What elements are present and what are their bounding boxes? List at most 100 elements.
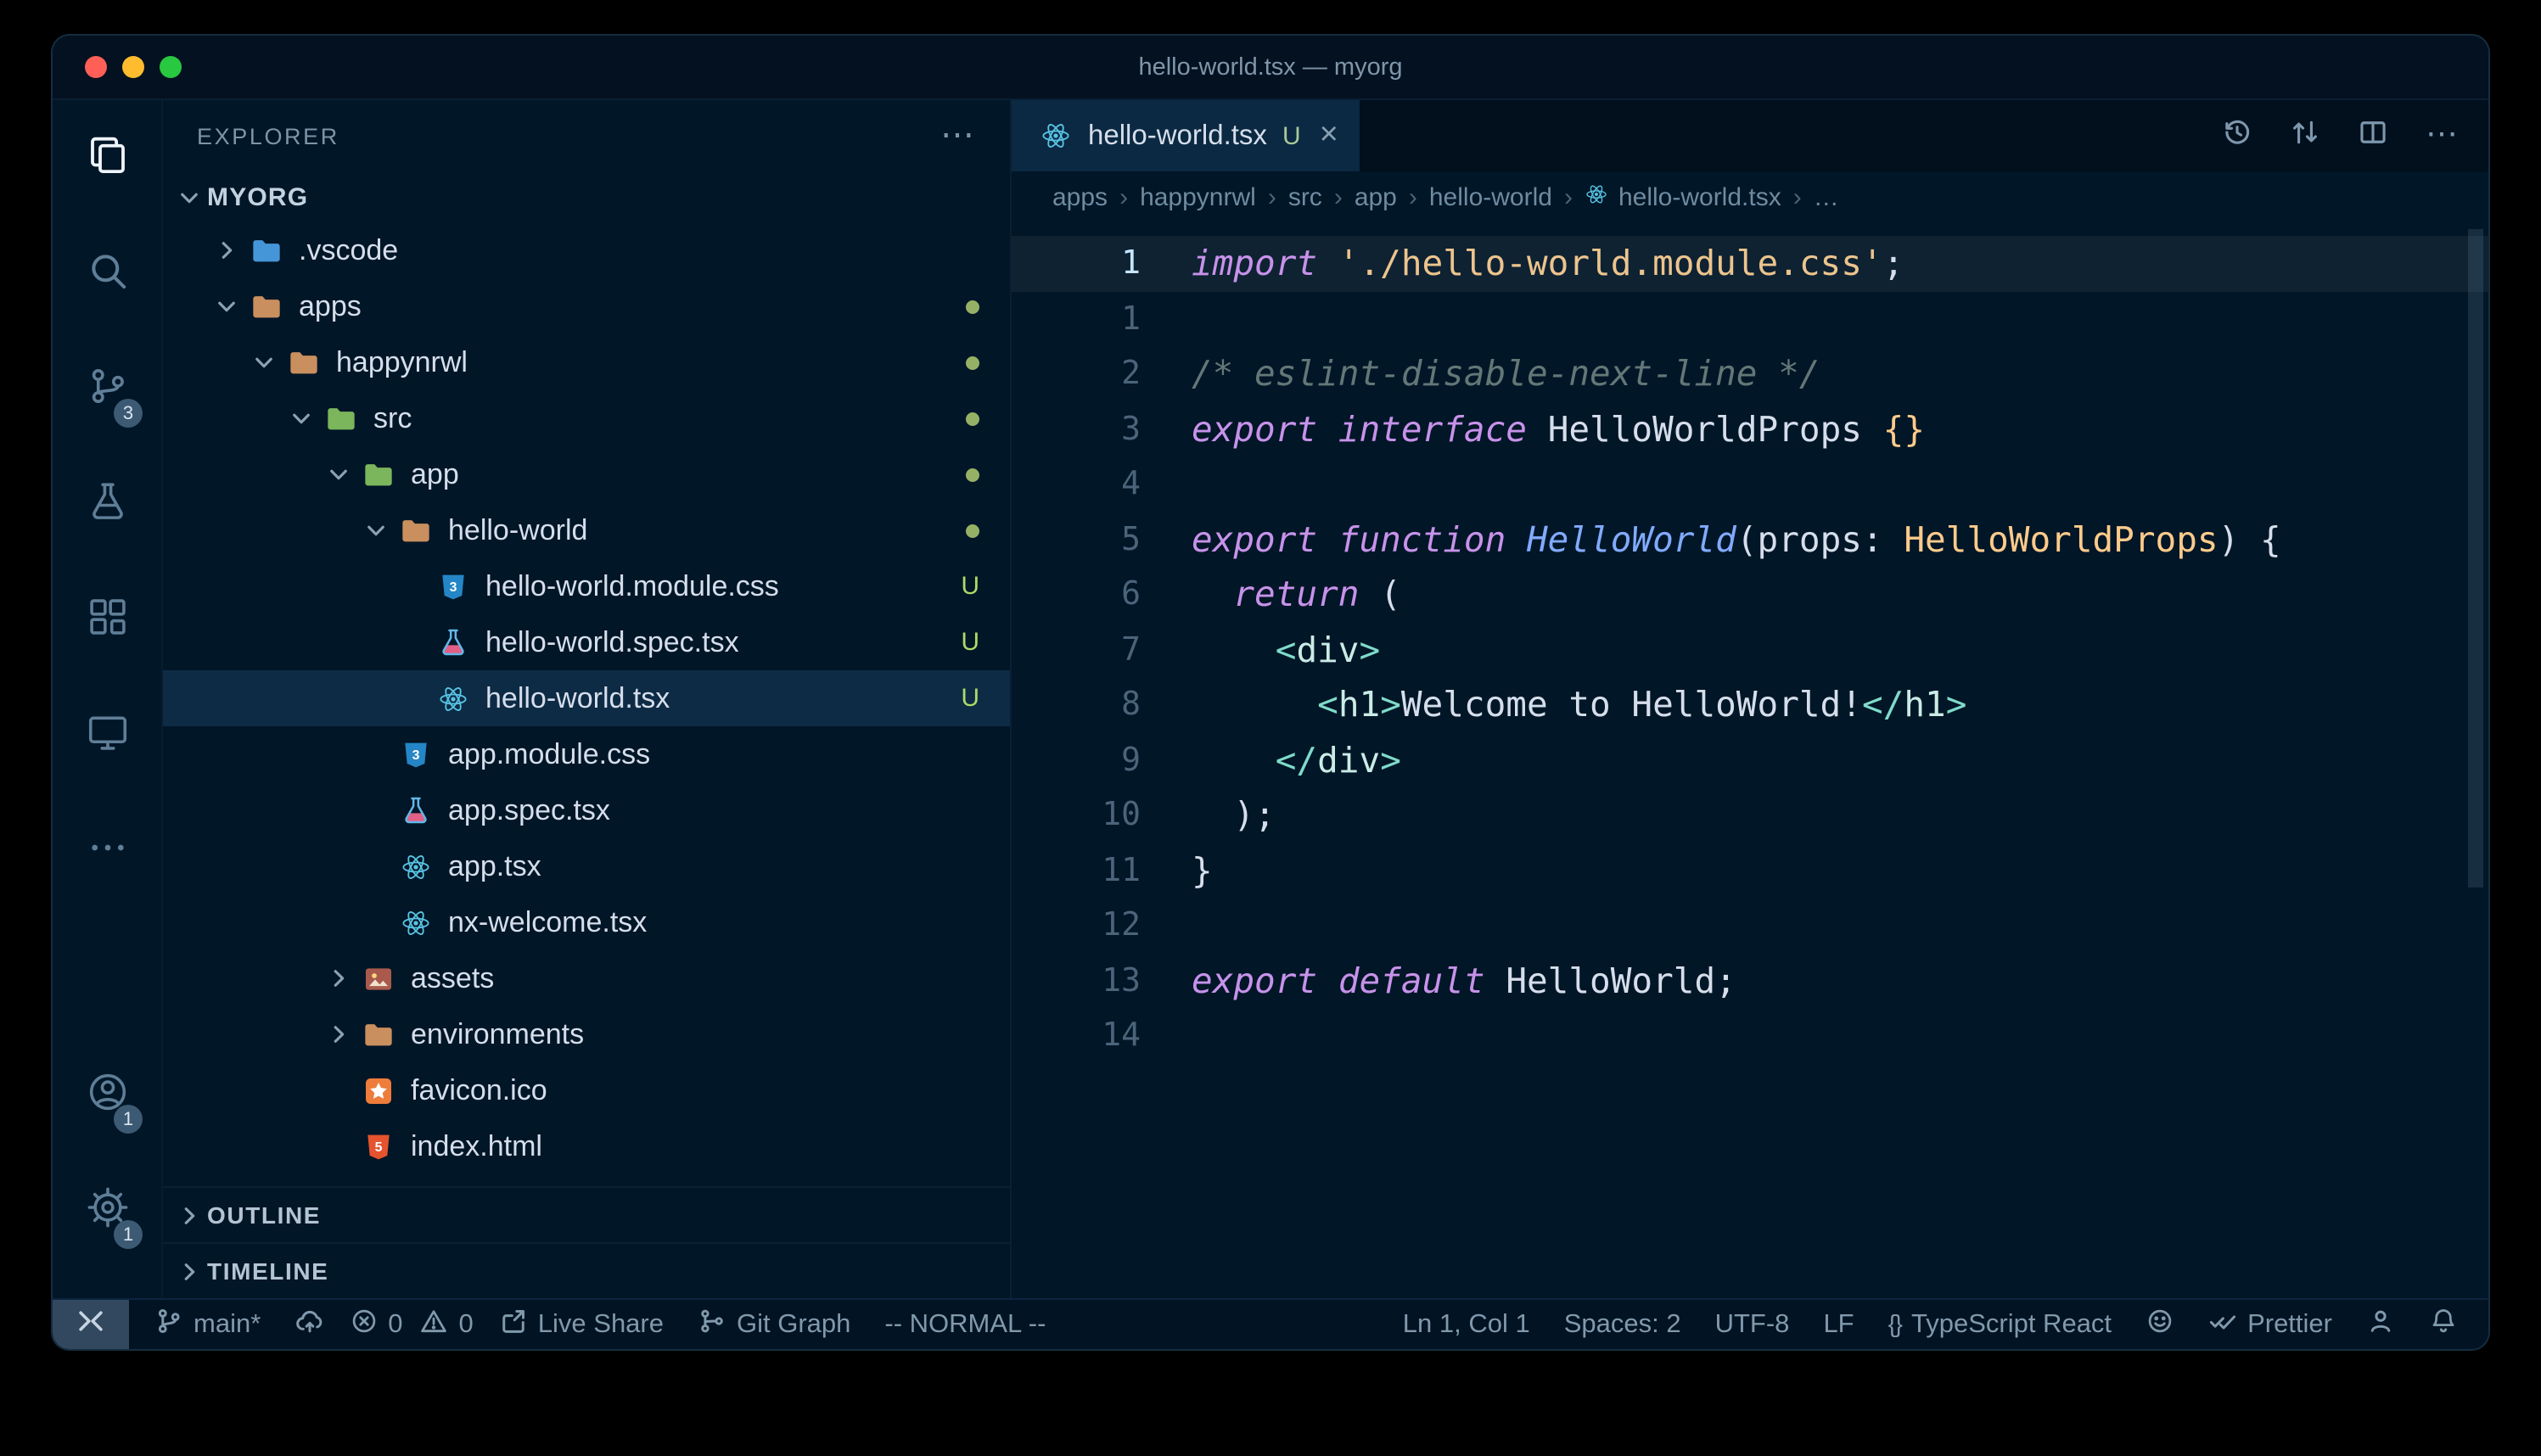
- activitybar-more-views[interactable]: [53, 813, 161, 891]
- status-label: 0: [459, 1309, 474, 1340]
- chevron-right-icon: [207, 237, 244, 264]
- status-label: Spaces: 2: [1564, 1309, 1681, 1340]
- accounts-badge: 1: [114, 1105, 143, 1134]
- code-text: return (: [1141, 567, 1401, 622]
- split-editor-button[interactable]: [2358, 116, 2388, 155]
- status-notifications[interactable]: [2412, 1300, 2475, 1349]
- status-label: -- NORMAL --: [884, 1309, 1046, 1340]
- status-git-graph[interactable]: Git Graph: [681, 1300, 867, 1349]
- close-tab-icon[interactable]: ×: [1320, 117, 1338, 154]
- tree-item-environments[interactable]: environments: [163, 1006, 1010, 1062]
- status-remote-indicator[interactable]: [53, 1300, 129, 1349]
- tree-item-vscode[interactable]: .vscode: [163, 222, 1010, 278]
- breadcrumb-hello-world[interactable]: hello-world: [1429, 182, 1552, 211]
- editor-scrollbar[interactable]: [2468, 229, 2483, 888]
- status-feedback-smiley[interactable]: [2129, 1300, 2191, 1349]
- tree-item-app-spec-tsx[interactable]: app.spec.tsx: [163, 782, 1010, 838]
- code-line-9[interactable]: 8 <h1>Welcome to HelloWorld!</h1>: [1012, 677, 2488, 732]
- breadcrumb-apps[interactable]: apps: [1052, 182, 1108, 211]
- code-line-8[interactable]: 7 <div>: [1012, 622, 2488, 677]
- workspace-root-row[interactable]: MYORG: [163, 171, 1010, 222]
- tree-item-hello-world-tsx[interactable]: hello-world.tsxU: [163, 670, 1010, 726]
- activitybar-search[interactable]: [53, 236, 161, 314]
- status-prettier[interactable]: Prettier: [2191, 1300, 2349, 1349]
- tree-item-index-html[interactable]: 5index.html: [163, 1118, 1010, 1174]
- tree-item-app-module-css[interactable]: 3app.module.css: [163, 726, 1010, 782]
- zoom-window-button[interactable]: [160, 56, 182, 78]
- editor-more-actions-button[interactable]: ⋯: [2426, 119, 2458, 153]
- breadcrumb-src[interactable]: src: [1288, 182, 1322, 211]
- file-tree: .vscodeappshappynrwlsrc app hello-world3he…: [163, 222, 1010, 1174]
- status-live-share-session[interactable]: [2349, 1300, 2412, 1349]
- status-indentation[interactable]: Spaces: 2: [1547, 1300, 1698, 1349]
- cloud-upload-icon: [294, 1306, 323, 1343]
- status-language-mode[interactable]: {}TypeScript React: [1871, 1300, 2129, 1349]
- tree-item-hello-world[interactable]: hello-world: [163, 502, 1010, 558]
- tree-item-happynrwl[interactable]: happynrwl: [163, 334, 1010, 390]
- code-line-14[interactable]: 13export default HelloWorld;: [1012, 953, 2488, 1008]
- code-line-7[interactable]: 6 return (: [1012, 567, 2488, 622]
- tree-item-nx-welcome-tsx[interactable]: nx-welcome.tsx: [163, 894, 1010, 950]
- live-share-icon: [499, 1306, 528, 1343]
- explorer-more-actions-icon[interactable]: ⋯: [940, 119, 976, 153]
- code-line-12[interactable]: 11}: [1012, 843, 2488, 898]
- tab-hello-world-tsx[interactable]: hello-world.tsx U ×: [1012, 100, 1360, 171]
- activitybar-source-control[interactable]: 3: [53, 351, 161, 429]
- timeline-history-button[interactable]: [2222, 116, 2252, 155]
- status-encoding[interactable]: UTF-8: [1698, 1300, 1807, 1349]
- code-line-15[interactable]: 14: [1012, 1008, 2488, 1063]
- react-icon: [1039, 119, 1073, 153]
- status-label: Live Share: [538, 1309, 664, 1340]
- code-line-10[interactable]: 9 </div>: [1012, 732, 2488, 787]
- code-editor[interactable]: 1import './hello-world.module.css';12/* …: [1012, 222, 2488, 1298]
- code-text: }: [1141, 843, 1213, 898]
- tree-item-apps[interactable]: apps: [163, 278, 1010, 334]
- status-publish-changes[interactable]: [278, 1300, 340, 1349]
- status-warnings[interactable]: 0: [412, 1300, 482, 1349]
- code-line-11[interactable]: 10 );: [1012, 787, 2488, 843]
- code-line-1[interactable]: 1import './hello-world.module.css';: [1012, 236, 2488, 291]
- breadcrumb-label: apps: [1052, 182, 1108, 211]
- tree-item-app-tsx[interactable]: app.tsx: [163, 838, 1010, 894]
- activitybar-accounts[interactable]: 1: [53, 1057, 161, 1135]
- status-cursor-position[interactable]: Ln 1, Col 1: [1386, 1300, 1547, 1349]
- activitybar-remote-explorer[interactable]: [53, 697, 161, 776]
- activitybar-test-explorer[interactable]: [53, 467, 161, 545]
- status-git-branch[interactable]: main*: [137, 1300, 278, 1349]
- tree-item-hello-world-module-css[interactable]: 3hello-world.module.cssU: [163, 558, 1010, 614]
- chevron-down-icon[interactable]: [170, 183, 207, 210]
- tree-item-app[interactable]: app: [163, 446, 1010, 502]
- tree-item-assets[interactable]: assets: [163, 950, 1010, 1006]
- git-status: U: [961, 572, 1010, 601]
- breadcrumb-hello-world-tsx[interactable]: hello-world.tsx: [1585, 181, 1781, 213]
- status-errors[interactable]: 0: [340, 1300, 411, 1349]
- react-icon: [436, 681, 470, 715]
- breadcrumb-app[interactable]: app: [1355, 182, 1397, 211]
- breadcrumb-item[interactable]: …: [1814, 182, 1839, 211]
- code-line-13[interactable]: 12: [1012, 898, 2488, 953]
- status-vim-mode[interactable]: -- NORMAL --: [867, 1300, 1063, 1349]
- tree-item-src[interactable]: src: [163, 390, 1010, 446]
- tree-item-label: app: [411, 457, 459, 491]
- modified-indicator: [966, 300, 1010, 313]
- open-changes-button[interactable]: [2290, 116, 2320, 155]
- tree-item-hello-world-spec-tsx[interactable]: hello-world.spec.tsxU: [163, 614, 1010, 670]
- sidebar-section-outline[interactable]: OUTLINE: [163, 1186, 1010, 1242]
- line-number: 10: [1012, 787, 1141, 843]
- title-bar[interactable]: hello-world.tsx — myorg: [53, 36, 2488, 100]
- sidebar-section-timeline[interactable]: TIMELINE: [163, 1242, 1010, 1298]
- code-line-6[interactable]: 5export function HelloWorld(props: Hello…: [1012, 512, 2488, 567]
- minimize-window-button[interactable]: [122, 56, 144, 78]
- code-line-3[interactable]: 2/* eslint-disable-next-line */: [1012, 346, 2488, 401]
- status-eol[interactable]: LF: [1806, 1300, 1871, 1349]
- code-line-2[interactable]: 1: [1012, 291, 2488, 346]
- activitybar-extensions[interactable]: [53, 582, 161, 660]
- tree-item-favicon-ico[interactable]: favicon.ico: [163, 1062, 1010, 1118]
- status-live-share[interactable]: Live Share: [482, 1300, 681, 1349]
- activitybar-settings[interactable]: 1: [53, 1173, 161, 1251]
- code-line-4[interactable]: 3export interface HelloWorldProps {}: [1012, 401, 2488, 456]
- breadcrumb-happynrwl[interactable]: happynrwl: [1140, 182, 1256, 211]
- code-line-5[interactable]: 4: [1012, 456, 2488, 512]
- close-window-button[interactable]: [85, 56, 107, 78]
- activitybar-explorer[interactable]: [53, 120, 161, 199]
